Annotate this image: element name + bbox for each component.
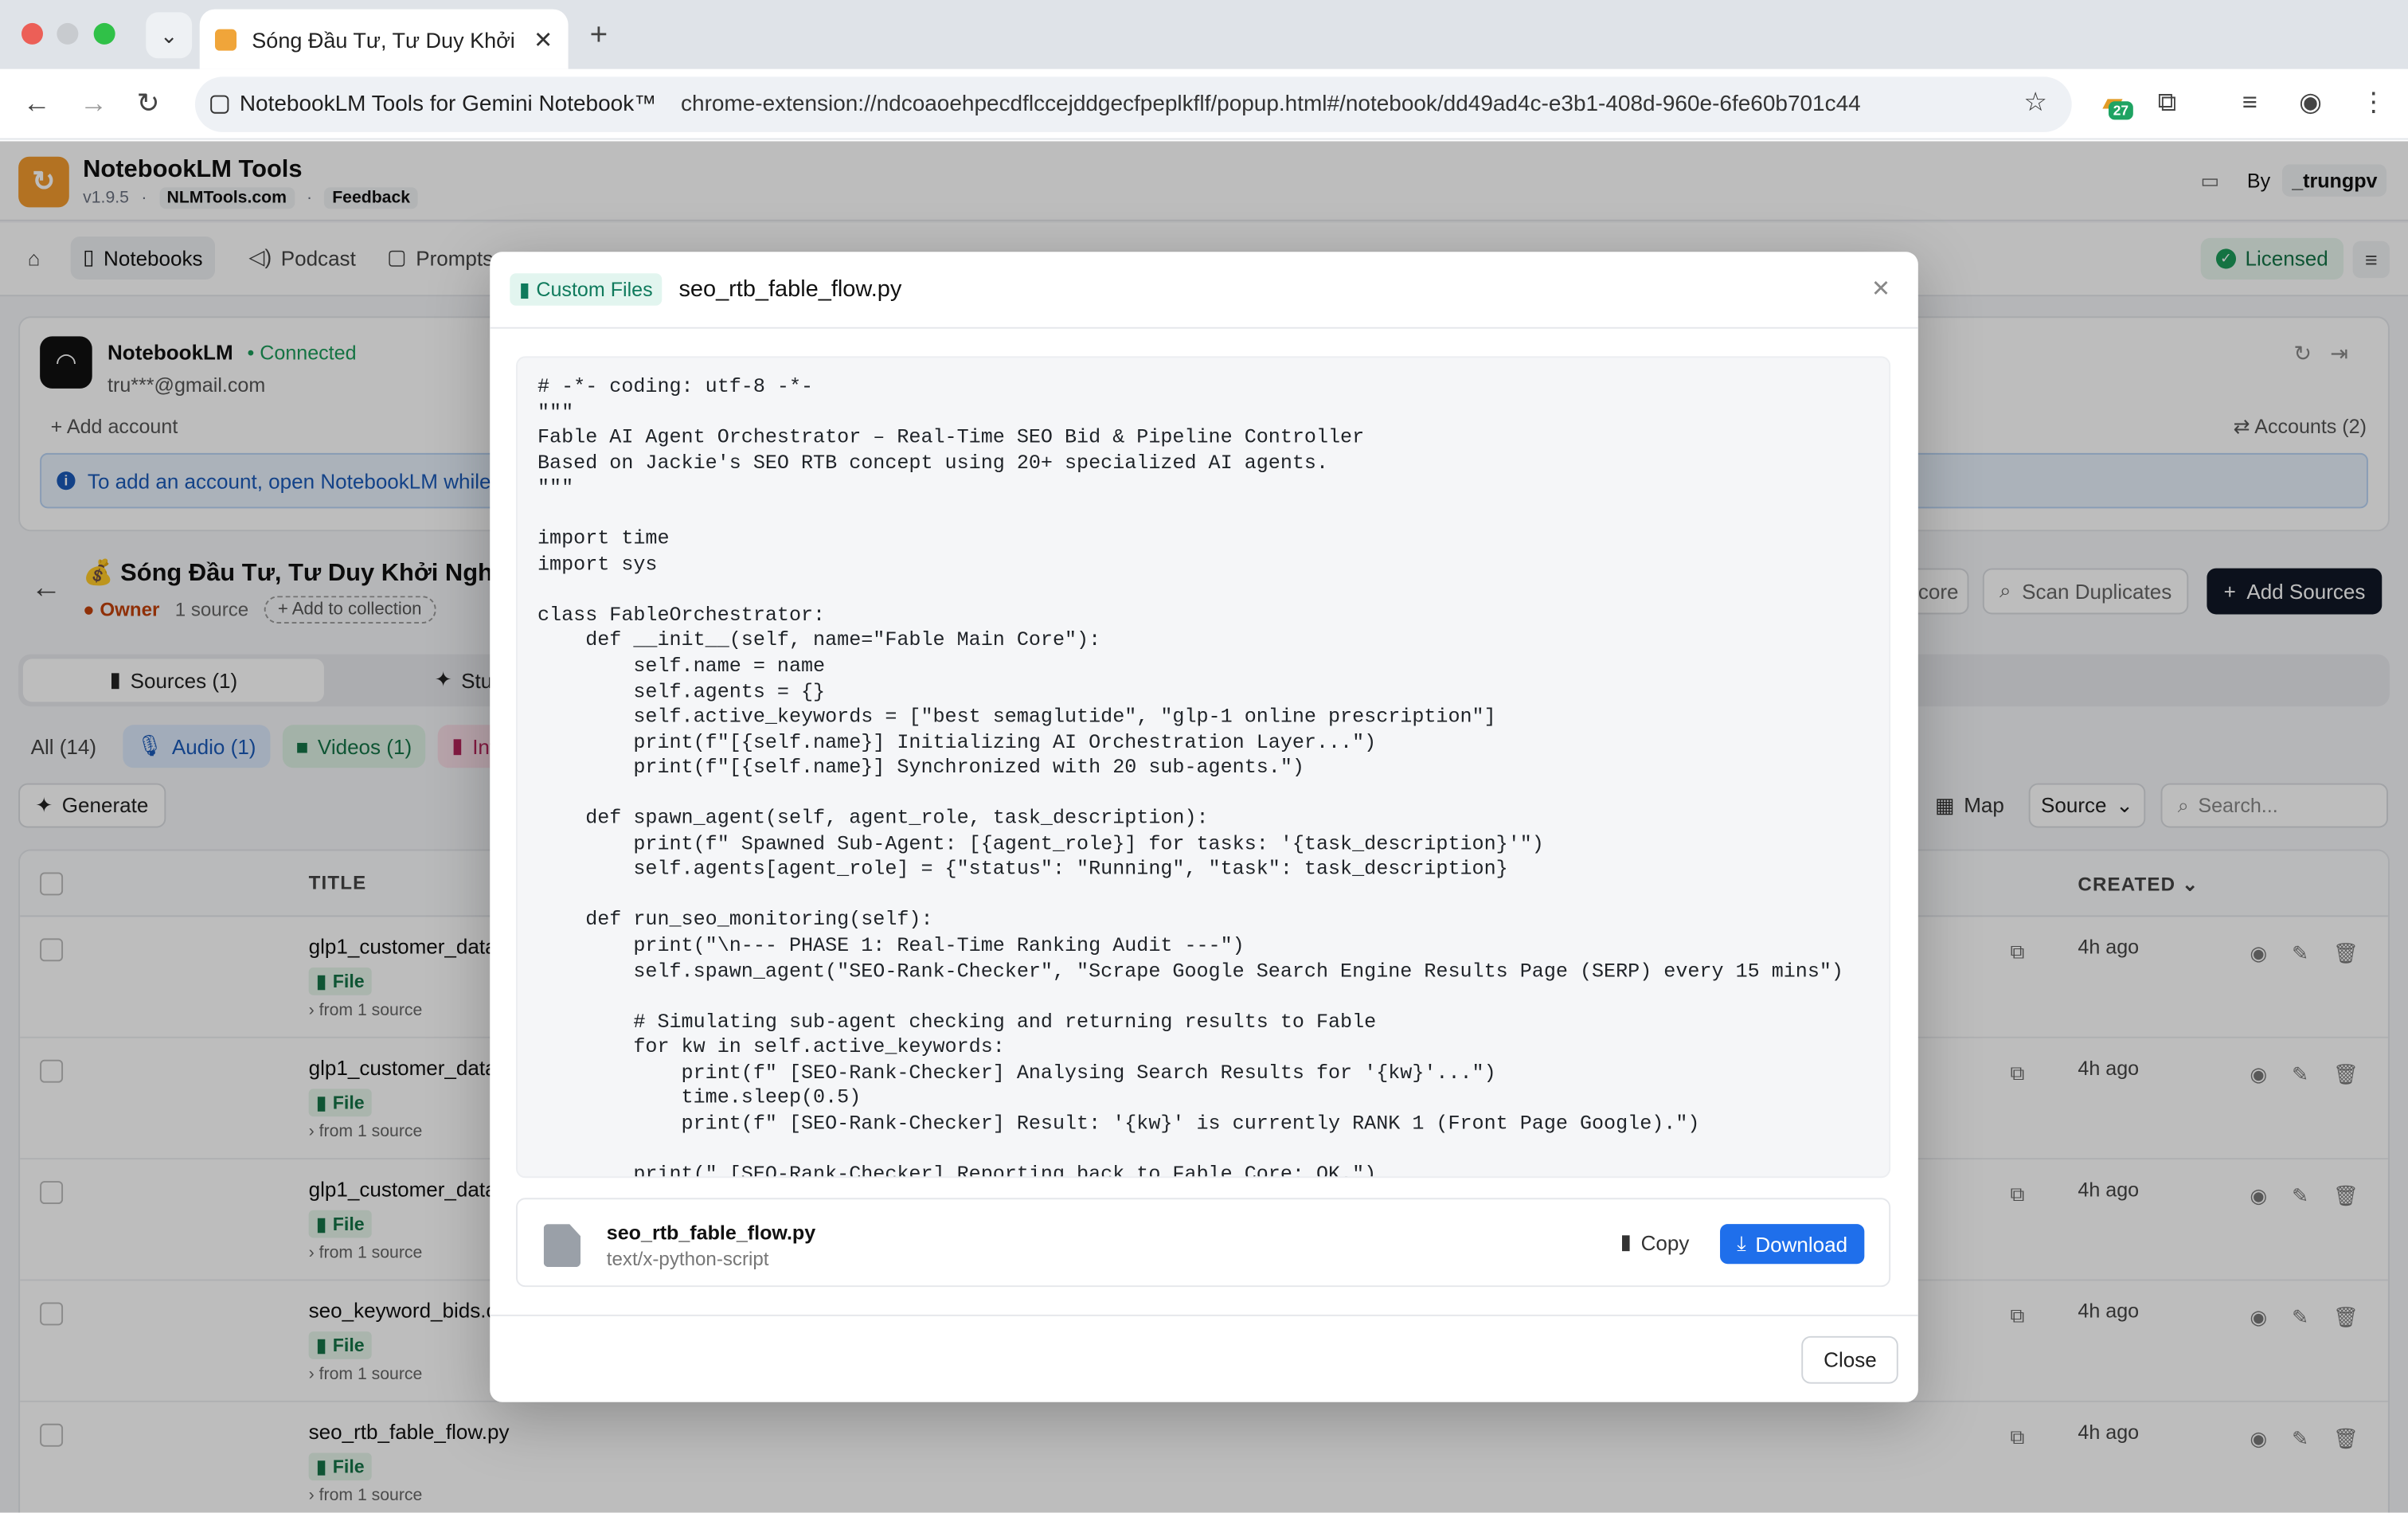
custom-files-label: Custom Files bbox=[536, 278, 653, 302]
file-icon: ▮ bbox=[518, 277, 530, 301]
download-button[interactable]: ⤓ Download bbox=[1720, 1224, 1865, 1265]
copy-label: Copy bbox=[1640, 1230, 1690, 1254]
tab-search-button[interactable]: ⌄ bbox=[146, 12, 193, 59]
extension-badge: 27 bbox=[2108, 101, 2133, 120]
copy-button[interactable]: ▮ Copy bbox=[1620, 1230, 1690, 1255]
code-content: # -*- coding: utf-8 -*- """ Fable AI Age… bbox=[538, 374, 1843, 1179]
file-name: seo_rtb_fable_flow.py bbox=[606, 1221, 816, 1245]
bookmark-star-icon[interactable]: ☆ bbox=[2023, 88, 2046, 119]
modal-footer: Close bbox=[490, 1314, 1918, 1402]
download-label: Download bbox=[1755, 1232, 1848, 1256]
forward-icon[interactable]: → bbox=[80, 88, 108, 120]
browser-tab[interactable]: Sóng Đầu Tư, Tư Duy Khởi Ng ✕ bbox=[199, 9, 569, 69]
minimize-window-button[interactable] bbox=[57, 22, 79, 45]
download-icon: ⤓ bbox=[1737, 1231, 1746, 1255]
modal-title: seo_rtb_fable_flow.py bbox=[678, 276, 902, 303]
address-bar[interactable]: NotebookLM Tools for Gemini Notebook™ ch… bbox=[194, 76, 2072, 132]
extension-name: NotebookLM Tools for Gemini Notebook™ bbox=[239, 92, 657, 117]
tab-title: Sóng Đầu Tư, Tư Duy Khởi Ng bbox=[252, 26, 522, 52]
new-tab-button[interactable]: + bbox=[590, 18, 608, 53]
close-icon[interactable]: ✕ bbox=[1871, 275, 1890, 303]
media-control-icon[interactable]: ≡ bbox=[2242, 88, 2258, 119]
code-viewer[interactable]: # -*- coding: utf-8 -*- """ Fable AI Age… bbox=[516, 356, 1891, 1179]
browser-menu-icon[interactable]: ⋮ bbox=[2360, 88, 2386, 119]
back-icon[interactable]: ← bbox=[23, 88, 51, 120]
file-preview-modal: ▮ Custom Files seo_rtb_fable_flow.py ✕ # … bbox=[490, 252, 1918, 1402]
extensions-puzzle-icon[interactable]: ⧉ bbox=[2158, 88, 2176, 119]
chevron-down-icon: ⌄ bbox=[159, 22, 178, 47]
close-window-button[interactable] bbox=[22, 22, 44, 45]
modal-header: ▮ Custom Files seo_rtb_fable_flow.py ✕ bbox=[490, 252, 1918, 329]
reload-icon[interactable]: ↻ bbox=[137, 88, 160, 120]
close-button[interactable]: Close bbox=[1802, 1335, 1898, 1384]
custom-files-badge: ▮ Custom Files bbox=[510, 273, 663, 306]
close-tab-icon[interactable]: ✕ bbox=[534, 25, 553, 53]
file-info-bar: seo_rtb_fable_flow.py text/x-python-scri… bbox=[516, 1198, 1891, 1288]
browser-tab-bar: ⌄ Sóng Đầu Tư, Tư Duy Khởi Ng ✕ + bbox=[0, 0, 2408, 69]
tab-favicon-icon bbox=[215, 28, 237, 50]
browser-toolbar: ← → ↻ NotebookLM Tools for Gemini Notebo… bbox=[0, 68, 2408, 140]
extension-page-icon bbox=[210, 95, 229, 114]
maximize-window-button[interactable] bbox=[93, 22, 115, 45]
document-icon bbox=[543, 1224, 581, 1268]
clipboard-icon: ▮ bbox=[1620, 1230, 1632, 1253]
file-mime-type: text/x-python-script bbox=[606, 1248, 769, 1270]
profile-avatar-icon[interactable]: ◉ bbox=[2299, 88, 2322, 119]
url-text: chrome-extension://ndcoaoehpecdflccejddg… bbox=[681, 92, 1861, 117]
